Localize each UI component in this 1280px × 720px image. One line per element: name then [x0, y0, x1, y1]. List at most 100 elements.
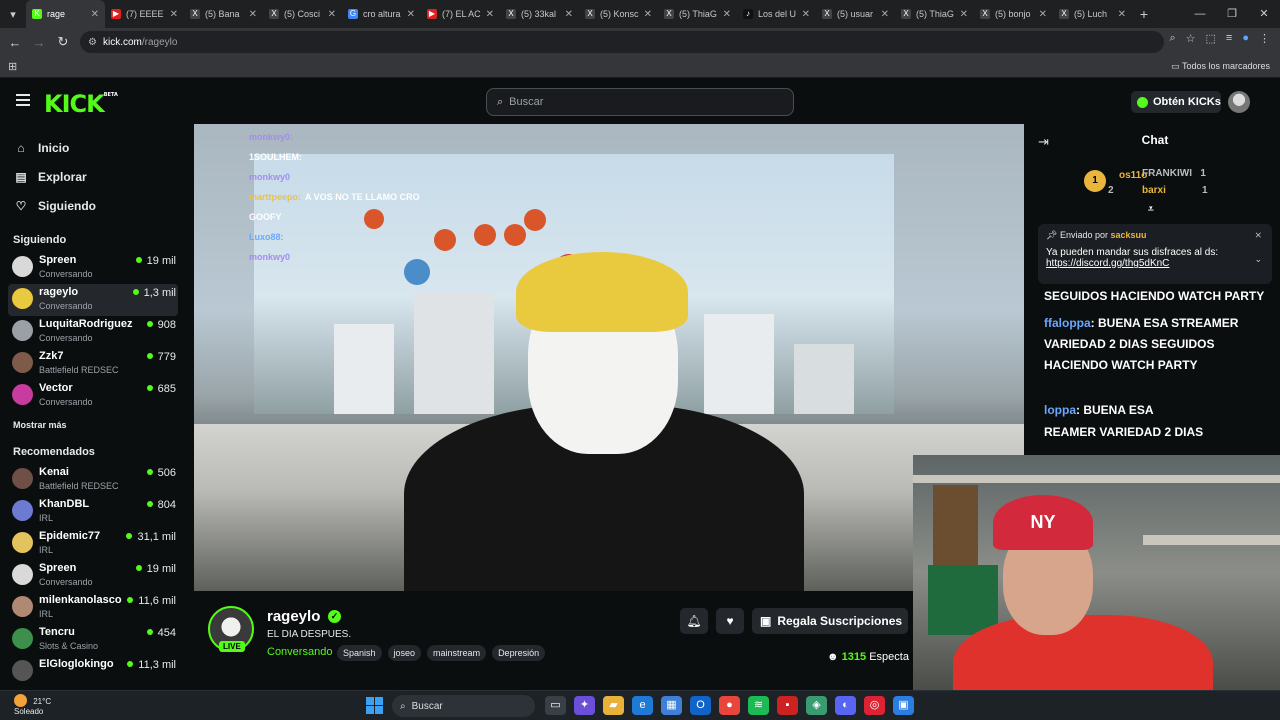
collapse-chat-icon[interactable]: ⇥: [1038, 134, 1049, 150]
stream-tag[interactable]: Spanish: [337, 645, 382, 661]
browser-tab[interactable]: X (5) Bana ✕: [184, 0, 263, 28]
back-icon[interactable]: ←: [3, 35, 27, 50]
apps-grid-icon[interactable]: ⊞: [8, 60, 17, 73]
sidebar-channel-item[interactable]: LuquitaRodriguez Conversando 908: [8, 316, 178, 348]
app-icon[interactable]: ◎: [864, 696, 885, 715]
weather-widget[interactable]: 21°C Soleado: [14, 694, 51, 716]
sidebar-nav-item[interactable]: ♡ Siguiendo: [0, 191, 190, 220]
extensions-icon[interactable]: ⬚: [1206, 32, 1216, 45]
kick-logo[interactable]: KICKBETA: [44, 90, 118, 118]
outlook-icon[interactable]: O: [690, 696, 711, 715]
browser-tab[interactable]: X (5) 33kal ✕: [500, 0, 579, 28]
browser-tab[interactable]: X (5) bonjo ✕: [974, 0, 1053, 28]
site-info-icon[interactable]: ⚙: [88, 37, 97, 48]
browser-tab[interactable]: X (5) Konsc ✕: [579, 0, 658, 28]
tab-close-icon[interactable]: ✕: [802, 9, 810, 20]
browser-tab[interactable]: X (5) Luch ✕: [1053, 0, 1132, 28]
discord-icon[interactable]: ◐: [835, 696, 856, 715]
new-tab-icon[interactable]: +: [1132, 6, 1156, 22]
url-input[interactable]: ⚙ kick.com/rageylo: [80, 31, 1164, 53]
tab-close-icon[interactable]: ✕: [91, 9, 99, 20]
sidebar-channel-item[interactable]: milenkanolasco IRL 11,6 mil: [8, 592, 178, 624]
sidebar-channel-item[interactable]: Tencru Slots & Casino 454: [8, 624, 178, 656]
spotify-icon[interactable]: ≋: [748, 696, 769, 715]
tab-close-icon[interactable]: ✕: [881, 9, 889, 20]
tab-close-icon[interactable]: ✕: [960, 9, 968, 20]
pinned-link[interactable]: https://discord.gg/thg5dKnC: [1046, 258, 1264, 269]
hamburger-menu-icon[interactable]: [16, 94, 30, 109]
sidebar-channel-item[interactable]: Zzk7 Battlefield REDSEC 779: [8, 348, 178, 380]
sidebar-channel-item[interactable]: ElGloglokingo 11,3 mil: [8, 656, 178, 688]
close-window-icon[interactable]: ✕: [1248, 0, 1280, 28]
sidebar-nav-item[interactable]: ⌂ Inicio: [0, 133, 190, 162]
chat-username[interactable]: loppa: [1044, 403, 1076, 417]
browser-tab[interactable]: Krage ✕: [26, 0, 105, 28]
restore-icon[interactable]: ❐: [1216, 0, 1248, 28]
zoom-icon[interactable]: ⌕: [1169, 32, 1175, 45]
edge-icon[interactable]: e: [632, 696, 653, 715]
windows-start-icon[interactable]: [366, 697, 383, 714]
tab-close-icon[interactable]: ✕: [723, 9, 731, 20]
tab-close-icon[interactable]: ✕: [249, 9, 257, 20]
video-player[interactable]: monkwy0: 1SOULHEM: monkwy0 marttpeepo: A VOS…: [194, 124, 1024, 591]
forward-icon[interactable]: →: [27, 35, 51, 50]
tab-close-icon[interactable]: ✕: [565, 9, 573, 20]
stream-tag[interactable]: joseo: [387, 645, 422, 661]
leaderboard-user[interactable]: barxi 1: [1142, 185, 1208, 196]
tab-close-icon[interactable]: ✕: [644, 9, 652, 20]
follow-heart-button[interactable]: ♥: [716, 608, 744, 634]
taskbar-search[interactable]: ⌕ Buscar: [392, 695, 535, 717]
leaderboard-user[interactable]: FRANKIWI 1: [1142, 168, 1206, 179]
minimize-icon[interactable]: —: [1184, 0, 1216, 28]
stream-tag[interactable]: mainstream: [427, 645, 487, 661]
tab-close-icon[interactable]: ✕: [1039, 9, 1047, 20]
sidebar-channel-item[interactable]: Kenai Battlefield REDSEC 506: [8, 464, 178, 496]
browser-tab[interactable]: ♪ Los del U ✕: [737, 0, 816, 28]
bookmark-star-icon[interactable]: ☆: [1186, 32, 1196, 45]
chevron-down-icon[interactable]: ⌄: [1254, 254, 1262, 265]
tab-search-icon[interactable]: ▾: [0, 8, 26, 21]
menu-icon[interactable]: ⋮: [1259, 32, 1270, 45]
sidebar-channel-item[interactable]: Vector Conversando 685: [8, 380, 178, 412]
file-explorer-icon[interactable]: ▰: [603, 696, 624, 715]
user-avatar[interactable]: [1228, 91, 1250, 113]
media-icon[interactable]: ≡: [1226, 32, 1232, 45]
browser-tab[interactable]: ▶ (7) EEEE ✕: [105, 0, 184, 28]
sidebar-nav-item[interactable]: ▤ Explorar: [0, 162, 190, 191]
chrome-icon[interactable]: ●: [719, 696, 740, 715]
stream-tag[interactable]: Depresión: [492, 645, 546, 661]
sidebar-channel-item[interactable]: Epidemic77 IRL 31,1 mil: [8, 528, 178, 560]
tab-close-icon[interactable]: ✕: [407, 9, 415, 20]
sidebar-channel-item[interactable]: Spreen Conversando 19 mil: [8, 560, 178, 592]
notification-bell-button[interactable]: 🔔︎: [680, 608, 708, 634]
browser-tab[interactable]: X (5) Cosci ✕: [263, 0, 342, 28]
tab-close-icon[interactable]: ✕: [328, 9, 336, 20]
get-kicks-button[interactable]: Obtén KICKs: [1131, 91, 1221, 113]
tab-close-icon[interactable]: ✕: [1118, 9, 1126, 20]
search-input[interactable]: ⌕ Buscar: [486, 88, 794, 116]
browser-tab[interactable]: ▶ (7) EL AC ✕: [421, 0, 500, 28]
all-bookmarks-folder[interactable]: ▭ Todos los marcadores: [1171, 61, 1270, 72]
browser-tab[interactable]: X (5) ThiaG ✕: [895, 0, 974, 28]
app-icon[interactable]: ◈: [806, 696, 827, 715]
task-view-icon[interactable]: ▭: [545, 696, 566, 715]
show-more-link[interactable]: Mostrar más: [0, 420, 190, 430]
browser-tab[interactable]: X (5) ThiaG ✕: [658, 0, 737, 28]
expand-leaderboard-icon[interactable]: ⩡: [1148, 204, 1154, 215]
tab-close-icon[interactable]: ✕: [486, 9, 494, 20]
tab-close-icon[interactable]: ✕: [170, 9, 178, 20]
browser-tab[interactable]: X (5) usuar ✕: [816, 0, 895, 28]
pinned-user[interactable]: sacksuu: [1111, 230, 1147, 240]
sidebar-channel-item[interactable]: Spreen Conversando 19 mil: [8, 252, 178, 284]
store-icon[interactable]: ▦: [661, 696, 682, 715]
stream-category-link[interactable]: Conversando: [267, 646, 332, 658]
profile-icon[interactable]: ●: [1242, 32, 1249, 45]
copilot-icon[interactable]: ✦: [574, 696, 595, 715]
sidebar-channel-item[interactable]: KhanDBL IRL 804: [8, 496, 178, 528]
unpin-icon[interactable]: ⨯: [1254, 230, 1262, 241]
gift-subs-button[interactable]: ▣ Regala Suscripciones: [752, 608, 908, 634]
channel-name[interactable]: rageylo: [267, 608, 320, 625]
app-icon[interactable]: ▣: [893, 696, 914, 715]
sidebar-channel-item[interactable]: rageylo Conversando 1,3 mil: [8, 284, 178, 316]
reload-icon[interactable]: ↻: [51, 34, 75, 50]
